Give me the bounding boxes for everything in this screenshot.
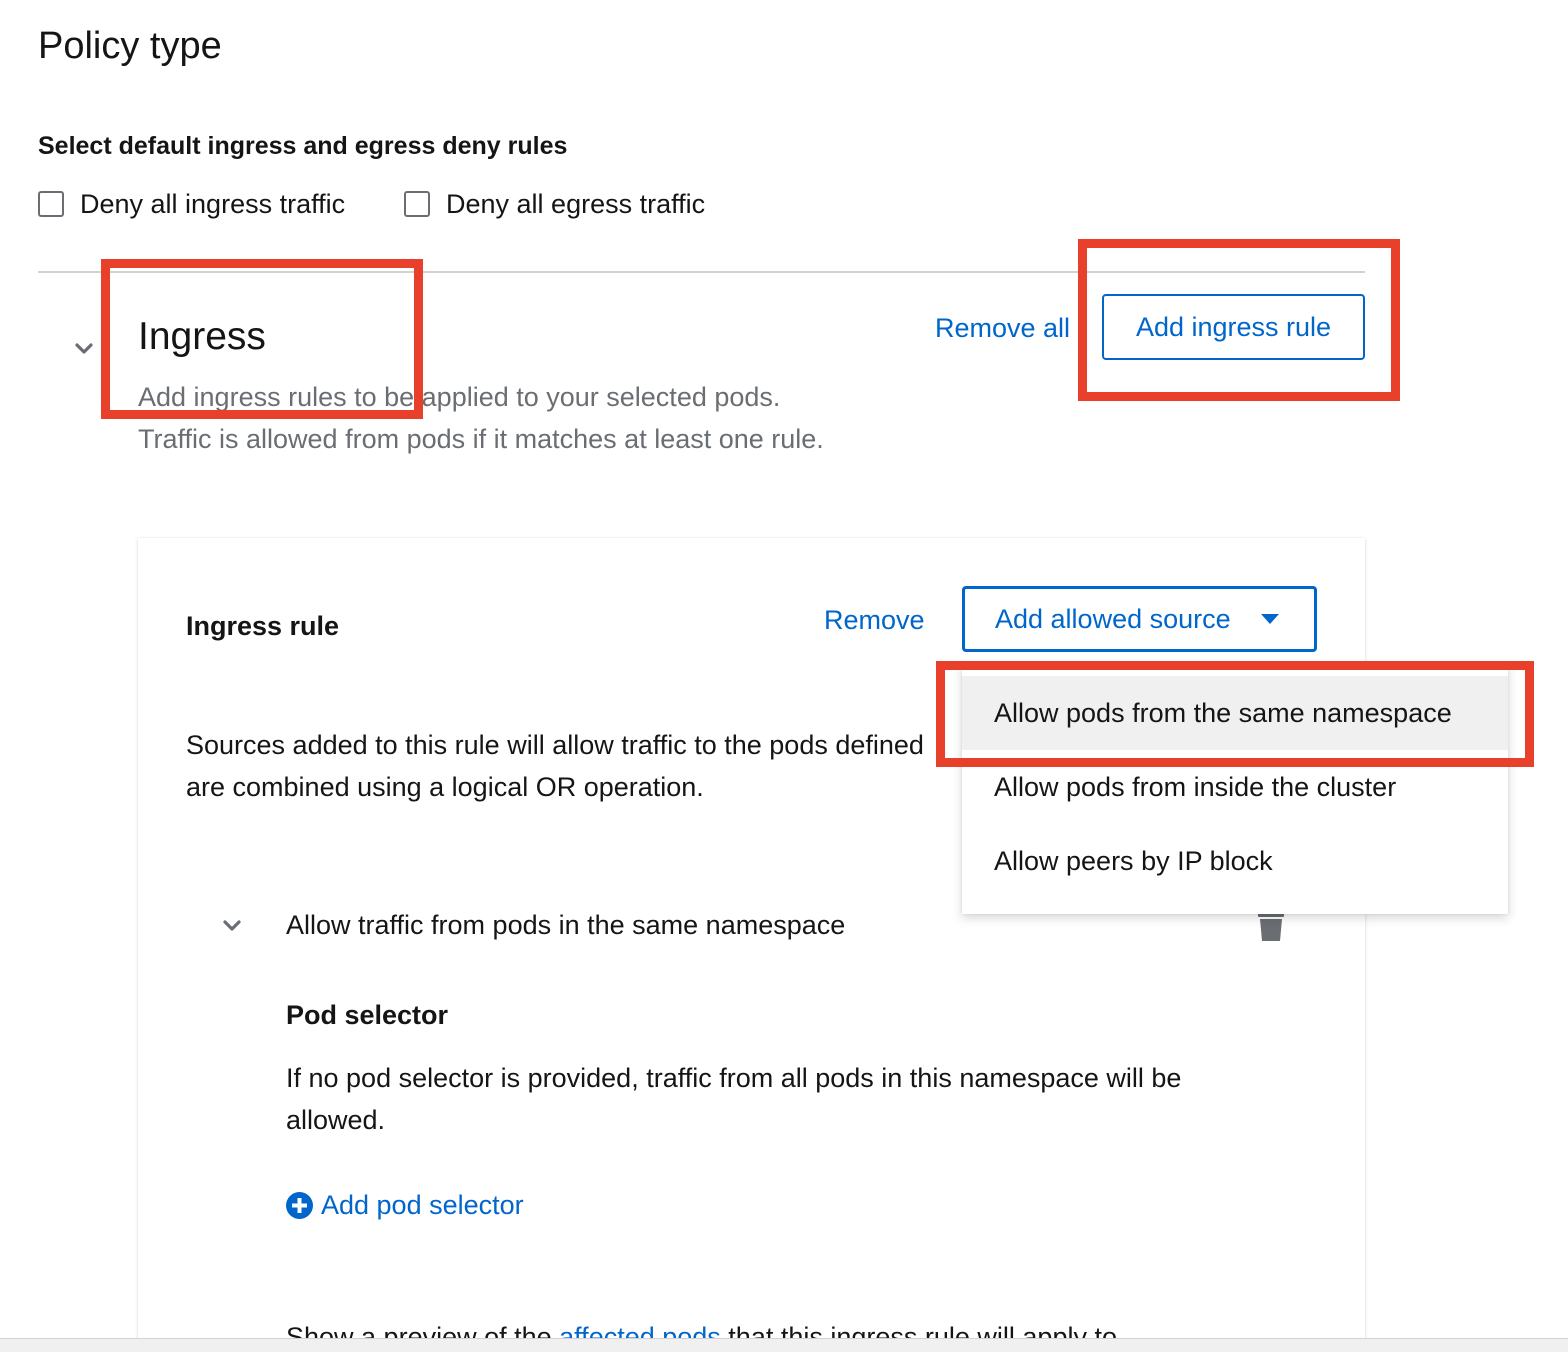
bottom-scrollbar — [0, 1338, 1568, 1352]
page-title: Policy type — [38, 25, 222, 67]
caret-down-icon — [1260, 614, 1279, 624]
deny-egress-label[interactable]: Deny all egress traffic — [446, 186, 705, 222]
plus-circle-icon — [286, 1191, 313, 1219]
trash-icon[interactable] — [1258, 910, 1284, 942]
pod-selector-title: Pod selector — [286, 1000, 449, 1030]
add-allowed-source-label: Add allowed source — [995, 603, 1231, 634]
source-title: Allow traffic from pods in the same name… — [286, 910, 846, 940]
chevron-down-icon[interactable] — [218, 911, 246, 939]
rule-description-line2: are combined using a logical OR operatio… — [186, 772, 704, 802]
deny-egress-checkbox[interactable] — [404, 191, 430, 217]
deny-ingress-option[interactable]: Deny all ingress traffic — [38, 186, 345, 222]
menu-item-ip-block[interactable]: Allow peers by IP block — [962, 824, 1508, 898]
ingress-description: Add ingress rules to be applied to your … — [138, 376, 824, 460]
rule-description: Sources added to this rule will allow tr… — [186, 724, 966, 808]
chevron-down-icon[interactable] — [70, 334, 98, 362]
deny-ingress-checkbox[interactable] — [38, 191, 64, 217]
ingress-rule-title: Ingress rule — [186, 611, 340, 641]
ingress-title: Ingress — [138, 315, 266, 358]
add-ingress-rule-button[interactable]: Add ingress rule — [1102, 294, 1365, 360]
add-pod-selector-label: Add pod selector — [321, 1190, 524, 1220]
menu-item-inside-cluster[interactable]: Allow pods from inside the cluster — [962, 750, 1508, 824]
ingress-description-line2: Traffic is allowed from pods if it match… — [138, 424, 824, 454]
menu-item-same-namespace[interactable]: Allow pods from the same namespace — [962, 676, 1508, 750]
deny-ingress-label[interactable]: Deny all ingress traffic — [80, 186, 345, 222]
deny-egress-option[interactable]: Deny all egress traffic — [404, 186, 705, 222]
pod-selector-description: If no pod selector is provided, traffic … — [286, 1063, 1182, 1135]
ingress-description-line1: Add ingress rules to be applied to your … — [138, 382, 781, 412]
section-divider — [38, 271, 1365, 273]
add-source-dropdown-menu: Allow pods from the same namespace Allow… — [962, 664, 1508, 914]
rule-description-line1: Sources added to this rule will allow tr… — [186, 730, 924, 760]
add-allowed-source-button[interactable]: Add allowed source — [962, 586, 1317, 652]
remove-all-button[interactable]: Remove all — [935, 310, 1070, 346]
deny-rules-label: Select default ingress and egress deny r… — [38, 132, 568, 160]
ingress-rule-card — [138, 538, 1365, 1352]
remove-rule-button[interactable]: Remove — [824, 602, 925, 638]
add-pod-selector-button[interactable]: Add pod selector — [286, 1186, 524, 1224]
